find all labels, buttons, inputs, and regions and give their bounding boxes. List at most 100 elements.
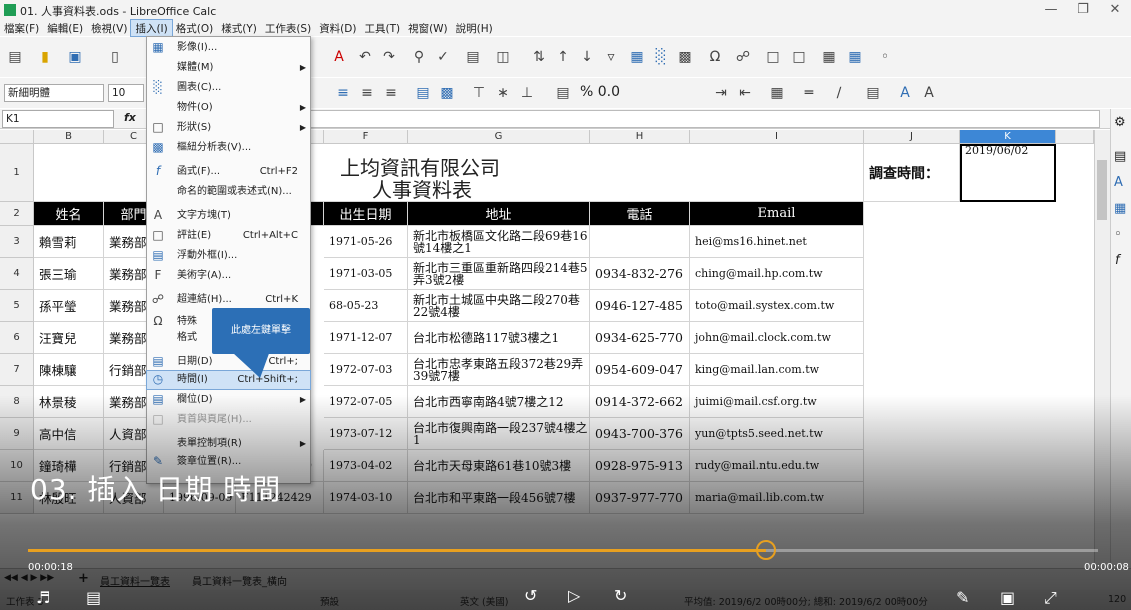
phone-cell[interactable]: 0943-700-376 — [590, 418, 690, 450]
zoom-level[interactable]: 120 — [1108, 594, 1126, 605]
filter-icon[interactable]: ▿ — [602, 48, 620, 66]
address-cell[interactable]: 台北市和平東路一段456號7樓 — [408, 482, 590, 514]
menu-item-object[interactable]: 物件(O) ▶ — [147, 99, 310, 117]
chart-icon[interactable]: ░ — [652, 48, 670, 66]
email-cell[interactable]: john@mail.clock.com.tw — [690, 322, 864, 354]
pdf-icon[interactable]: ▯ — [106, 48, 124, 66]
email-cell[interactable]: rudy@mail.ntu.edu.tw — [690, 450, 864, 482]
name-cell[interactable]: 張三瑜 — [34, 258, 104, 290]
rewind-10-icon[interactable]: ↺ — [524, 586, 537, 605]
row-header-3[interactable]: 3 — [0, 226, 34, 258]
birth-cell[interactable]: 1971-03-05 — [324, 258, 408, 290]
redo-icon[interactable]: ↷ — [380, 48, 398, 66]
align-left-icon[interactable]: ≡ — [334, 84, 352, 102]
row-header-1[interactable]: 1 — [0, 144, 34, 202]
border-style-icon[interactable]: ═ — [800, 84, 818, 102]
address-cell[interactable]: 台北市忠孝東路五段372巷29弄39號7樓 — [408, 354, 590, 386]
sort-asc-icon[interactable]: ↑ — [554, 48, 572, 66]
address-cell[interactable]: 新北市三重區重新路四段214巷5弄3號2樓 — [408, 258, 590, 290]
email-cell[interactable]: toto@mail.systex.com.tw — [690, 290, 864, 322]
merge-icon[interactable]: ▤ — [414, 84, 432, 102]
scroll-thumb[interactable] — [1097, 160, 1107, 220]
open-icon[interactable]: ▮ — [36, 48, 54, 66]
menu-item-comment[interactable]: □ 評註(E) Ctrl+Alt+C — [147, 227, 310, 245]
name-cell[interactable]: 高中信 — [34, 418, 104, 450]
row-header-7[interactable]: 7 — [0, 354, 34, 386]
menu-item-image[interactable]: ▦ 影像(I)... — [147, 39, 310, 57]
menu-item-pivot-table[interactable]: ▩ 樞紐分析表(V)... — [147, 139, 310, 157]
new-icon[interactable]: ▤ — [6, 48, 24, 66]
phone-cell[interactable]: 0934-625-770 — [590, 322, 690, 354]
function-wizard-icon[interactable]: fx — [124, 111, 136, 124]
hyperlink-icon[interactable]: ☍ — [734, 48, 752, 66]
menu-format[interactable]: 格式(O) — [172, 20, 217, 36]
birth-cell[interactable]: 1973-04-02 — [324, 450, 408, 482]
col-header-l[interactable] — [1056, 130, 1094, 144]
email-cell[interactable]: maria@mail.lib.com.tw — [690, 482, 864, 514]
settings-icon[interactable]: ⚙ — [1114, 115, 1126, 130]
menu-insert[interactable]: 插入(I) — [130, 19, 173, 37]
split-icon[interactable]: ▦ — [846, 48, 864, 66]
restore-icon[interactable]: ❐ — [1068, 2, 1098, 17]
conditional-icon[interactable]: A — [896, 84, 914, 102]
freeze-icon[interactable]: ▦ — [820, 48, 838, 66]
font-size-combo[interactable]: 10 — [108, 84, 144, 102]
spelling-icon[interactable]: ✓ — [434, 48, 452, 66]
birth-cell[interactable]: 1973-07-12 — [324, 418, 408, 450]
phone-cell[interactable]: 0928-975-913 — [590, 450, 690, 482]
header-name[interactable]: 姓名 — [34, 202, 104, 226]
phone-cell[interactable]: 0937-977-770 — [590, 482, 690, 514]
col-header-j[interactable]: J — [864, 130, 960, 144]
header-phone[interactable]: 電話 — [590, 202, 690, 226]
background-color-icon[interactable]: ▤ — [864, 84, 882, 102]
formula-input[interactable] — [310, 110, 1100, 128]
birth-cell[interactable]: 1974-03-10 — [324, 482, 408, 514]
email-cell[interactable]: king@mail.lan.com.tw — [690, 354, 864, 386]
survey-date-cell[interactable]: 2019/06/02 — [960, 144, 1056, 202]
menu-tools[interactable]: 工具(T) — [360, 20, 404, 36]
special-char-icon[interactable]: Ω — [706, 48, 724, 66]
header-footer-icon[interactable]: □ — [790, 48, 808, 66]
borders-icon[interactable]: ▦ — [768, 84, 786, 102]
volume-icon[interactable]: ♬ — [36, 588, 50, 607]
email-cell[interactable]: juimi@mail.csf.org.tw — [690, 386, 864, 418]
header-address[interactable]: 地址 — [408, 202, 590, 226]
address-cell[interactable]: 新北市板橋區文化路二段69巷16號14樓之1 — [408, 226, 590, 258]
border-color-icon[interactable]: ∕ — [830, 84, 848, 102]
image-icon[interactable]: ▦ — [628, 48, 646, 66]
name-cell[interactable]: 汪寶兒 — [34, 322, 104, 354]
row-header-8[interactable]: 8 — [0, 386, 34, 418]
address-cell[interactable]: 台北市復興南路一段237號4樓之1 — [408, 418, 590, 450]
row-icon[interactable]: ▤ — [464, 48, 482, 66]
row-header-11[interactable]: 11 — [0, 482, 34, 514]
row-header-10[interactable]: 10 — [0, 450, 34, 482]
undo-icon[interactable]: ↶ — [356, 48, 374, 66]
name-box[interactable]: K1 — [2, 110, 114, 128]
sort-desc-icon[interactable]: ↓ — [578, 48, 596, 66]
menu-item-header-footer[interactable]: □ 頁首與頁尾(H)... — [147, 411, 310, 429]
row-header-5[interactable]: 5 — [0, 290, 34, 322]
align-top-icon[interactable]: ⊤ — [470, 84, 488, 102]
align-middle-icon[interactable]: ∗ — [494, 84, 512, 102]
gallery-icon[interactable]: ▦ — [1114, 201, 1126, 216]
menu-item-shape[interactable]: □ 形狀(S) ▶ — [147, 119, 310, 137]
forward-30-icon[interactable]: ↻ — [614, 586, 627, 605]
corner-cell[interactable] — [0, 130, 34, 144]
subtitles-icon[interactable]: ▤ — [86, 588, 101, 607]
address-cell[interactable]: 台北市天母東路61巷10號3樓 — [408, 450, 590, 482]
menu-styles[interactable]: 樣式(Y) — [217, 20, 261, 36]
name-cell[interactable]: 孫平瑩 — [34, 290, 104, 322]
row-header-6[interactable]: 6 — [0, 322, 34, 354]
phone-cell[interactable]: 0954-609-047 — [590, 354, 690, 386]
properties-icon[interactable]: ▤ — [1114, 149, 1126, 164]
menu-view[interactable]: 檢視(V) — [87, 20, 131, 36]
header-email[interactable]: Email — [690, 202, 864, 226]
birth-cell[interactable]: 1971-05-26 — [324, 226, 408, 258]
styles-icon[interactable]: A — [1114, 175, 1123, 190]
email-cell[interactable]: yun@tpts5.seed.net.tw — [690, 418, 864, 450]
menu-item-chart[interactable]: ░ 圖表(C)... — [147, 79, 310, 97]
menu-item-frame[interactable]: ▤ 浮動外框(I)... — [147, 247, 310, 265]
align-bottom-icon[interactable]: ⊥ — [518, 84, 536, 102]
phone-cell[interactable]: 0934-832-276 — [590, 258, 690, 290]
name-cell[interactable]: 陳棟驤 — [34, 354, 104, 386]
